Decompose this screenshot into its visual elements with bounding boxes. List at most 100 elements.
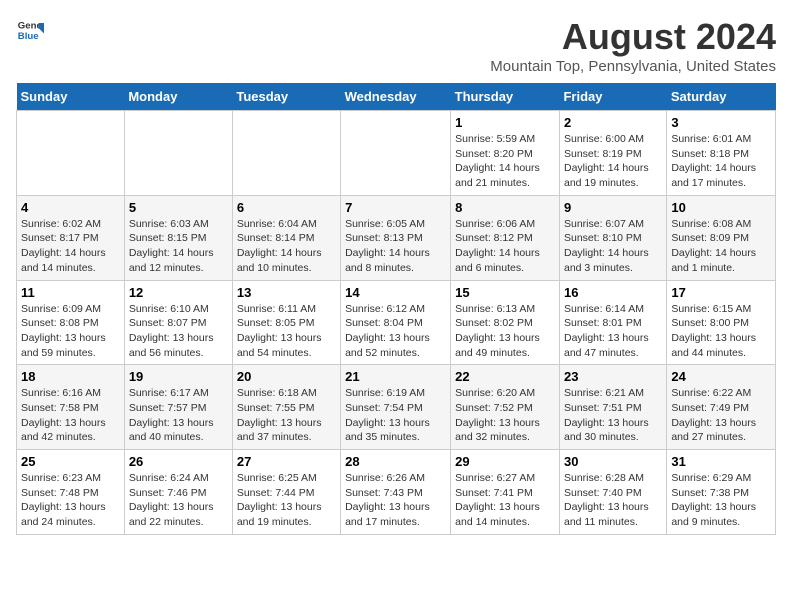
day-number: 27 <box>237 454 336 469</box>
day-number: 15 <box>455 285 555 300</box>
logo-icon: General Blue <box>16 16 44 44</box>
weekday-header-row: SundayMondayTuesdayWednesdayThursdayFrid… <box>17 83 776 111</box>
calendar-week-1: 1 Sunrise: 5:59 AM Sunset: 8:20 PM Daylig… <box>17 111 776 196</box>
day-detail: Sunrise: 5:59 AM Sunset: 8:20 PM Dayligh… <box>455 132 555 191</box>
day-number: 19 <box>129 369 228 384</box>
calendar-cell: 8 Sunrise: 6:06 AM Sunset: 8:12 PM Daylig… <box>451 195 560 280</box>
calendar-cell: 16 Sunrise: 6:14 AM Sunset: 8:01 PM Dayli… <box>559 280 666 365</box>
day-number: 12 <box>129 285 228 300</box>
calendar-cell <box>17 111 125 196</box>
day-detail: Sunrise: 6:17 AM Sunset: 7:57 PM Dayligh… <box>129 386 228 445</box>
weekday-header-saturday: Saturday <box>667 83 776 111</box>
day-detail: Sunrise: 6:00 AM Sunset: 8:19 PM Dayligh… <box>564 132 662 191</box>
weekday-header-friday: Friday <box>559 83 666 111</box>
day-detail: Sunrise: 6:20 AM Sunset: 7:52 PM Dayligh… <box>455 386 555 445</box>
day-detail: Sunrise: 6:22 AM Sunset: 7:49 PM Dayligh… <box>671 386 771 445</box>
calendar-cell: 30 Sunrise: 6:28 AM Sunset: 7:40 PM Dayli… <box>559 450 666 535</box>
day-detail: Sunrise: 6:11 AM Sunset: 8:05 PM Dayligh… <box>237 302 336 361</box>
calendar-cell: 1 Sunrise: 5:59 AM Sunset: 8:20 PM Daylig… <box>451 111 560 196</box>
weekday-header-monday: Monday <box>124 83 232 111</box>
day-number: 3 <box>671 115 771 130</box>
day-detail: Sunrise: 6:28 AM Sunset: 7:40 PM Dayligh… <box>564 471 662 530</box>
day-number: 29 <box>455 454 555 469</box>
weekday-header-tuesday: Tuesday <box>232 83 340 111</box>
calendar-cell: 11 Sunrise: 6:09 AM Sunset: 8:08 PM Dayli… <box>17 280 125 365</box>
day-number: 16 <box>564 285 662 300</box>
day-detail: Sunrise: 6:05 AM Sunset: 8:13 PM Dayligh… <box>345 217 446 276</box>
day-number: 9 <box>564 200 662 215</box>
calendar-cell: 9 Sunrise: 6:07 AM Sunset: 8:10 PM Daylig… <box>559 195 666 280</box>
calendar-cell <box>124 111 232 196</box>
day-number: 22 <box>455 369 555 384</box>
calendar-cell: 21 Sunrise: 6:19 AM Sunset: 7:54 PM Dayli… <box>341 365 451 450</box>
calendar-cell: 5Sunrise: 6:03 AM Sunset: 8:15 PM Daylig… <box>124 195 232 280</box>
day-number: 30 <box>564 454 662 469</box>
day-detail: Sunrise: 6:29 AM Sunset: 7:38 PM Dayligh… <box>671 471 771 530</box>
calendar-cell: 6Sunrise: 6:04 AM Sunset: 8:14 PM Daylig… <box>232 195 340 280</box>
weekday-header-thursday: Thursday <box>451 83 560 111</box>
calendar-cell: 28Sunrise: 6:26 AM Sunset: 7:43 PM Dayli… <box>341 450 451 535</box>
calendar-cell: 31 Sunrise: 6:29 AM Sunset: 7:38 PM Dayli… <box>667 450 776 535</box>
calendar-cell: 25 Sunrise: 6:23 AM Sunset: 7:48 PM Dayli… <box>17 450 125 535</box>
day-detail: Sunrise: 6:16 AM Sunset: 7:58 PM Dayligh… <box>21 386 120 445</box>
day-number: 26 <box>129 454 228 469</box>
day-detail: Sunrise: 6:23 AM Sunset: 7:48 PM Dayligh… <box>21 471 120 530</box>
day-number: 1 <box>455 115 555 130</box>
logo: General Blue <box>16 16 44 44</box>
calendar-week-2: 4Sunrise: 6:02 AM Sunset: 8:17 PM Daylig… <box>17 195 776 280</box>
calendar-cell: 10 Sunrise: 6:08 AM Sunset: 8:09 PM Dayli… <box>667 195 776 280</box>
calendar-body: 1 Sunrise: 5:59 AM Sunset: 8:20 PM Daylig… <box>17 111 776 535</box>
day-number: 20 <box>237 369 336 384</box>
day-number: 10 <box>671 200 771 215</box>
day-number: 31 <box>671 454 771 469</box>
day-number: 21 <box>345 369 446 384</box>
calendar-table: SundayMondayTuesdayWednesdayThursdayFrid… <box>16 83 776 535</box>
day-detail: Sunrise: 6:18 AM Sunset: 7:55 PM Dayligh… <box>237 386 336 445</box>
day-number: 25 <box>21 454 120 469</box>
calendar-cell: 19 Sunrise: 6:17 AM Sunset: 7:57 PM Dayli… <box>124 365 232 450</box>
calendar-cell: 14Sunrise: 6:12 AM Sunset: 8:04 PM Dayli… <box>341 280 451 365</box>
calendar-cell: 3 Sunrise: 6:01 AM Sunset: 8:18 PM Daylig… <box>667 111 776 196</box>
calendar-cell: 7Sunrise: 6:05 AM Sunset: 8:13 PM Daylig… <box>341 195 451 280</box>
day-detail: Sunrise: 6:21 AM Sunset: 7:51 PM Dayligh… <box>564 386 662 445</box>
day-detail: Sunrise: 6:01 AM Sunset: 8:18 PM Dayligh… <box>671 132 771 191</box>
title-area: August 2024 Mountain Top, Pennsylvania, … <box>490 16 776 75</box>
day-number: 14 <box>345 285 446 300</box>
day-detail: Sunrise: 6:06 AM Sunset: 8:12 PM Dayligh… <box>455 217 555 276</box>
day-detail: Sunrise: 6:13 AM Sunset: 8:02 PM Dayligh… <box>455 302 555 361</box>
calendar-cell: 29Sunrise: 6:27 AM Sunset: 7:41 PM Dayli… <box>451 450 560 535</box>
calendar-cell: 27Sunrise: 6:25 AM Sunset: 7:44 PM Dayli… <box>232 450 340 535</box>
day-number: 8 <box>455 200 555 215</box>
calendar-cell: 17Sunrise: 6:15 AM Sunset: 8:00 PM Dayli… <box>667 280 776 365</box>
day-number: 11 <box>21 285 120 300</box>
day-detail: Sunrise: 6:19 AM Sunset: 7:54 PM Dayligh… <box>345 386 446 445</box>
day-number: 23 <box>564 369 662 384</box>
day-detail: Sunrise: 6:09 AM Sunset: 8:08 PM Dayligh… <box>21 302 120 361</box>
calendar-subtitle: Mountain Top, Pennsylvania, United State… <box>490 58 776 75</box>
calendar-cell <box>232 111 340 196</box>
calendar-title: August 2024 <box>490 16 776 58</box>
page-header: General Blue August 2024 Mountain Top, P… <box>16 16 776 75</box>
calendar-cell: 23 Sunrise: 6:21 AM Sunset: 7:51 PM Dayli… <box>559 365 666 450</box>
weekday-header-sunday: Sunday <box>17 83 125 111</box>
day-detail: Sunrise: 6:07 AM Sunset: 8:10 PM Dayligh… <box>564 217 662 276</box>
calendar-cell: 20 Sunrise: 6:18 AM Sunset: 7:55 PM Dayli… <box>232 365 340 450</box>
day-number: 28 <box>345 454 446 469</box>
calendar-cell: 22 Sunrise: 6:20 AM Sunset: 7:52 PM Dayli… <box>451 365 560 450</box>
day-detail: Sunrise: 6:08 AM Sunset: 8:09 PM Dayligh… <box>671 217 771 276</box>
day-number: 24 <box>671 369 771 384</box>
calendar-cell: 4Sunrise: 6:02 AM Sunset: 8:17 PM Daylig… <box>17 195 125 280</box>
calendar-cell: 2 Sunrise: 6:00 AM Sunset: 8:19 PM Daylig… <box>559 111 666 196</box>
day-number: 18 <box>21 369 120 384</box>
day-detail: Sunrise: 6:03 AM Sunset: 8:15 PM Dayligh… <box>129 217 228 276</box>
calendar-cell: 24 Sunrise: 6:22 AM Sunset: 7:49 PM Dayli… <box>667 365 776 450</box>
day-detail: Sunrise: 6:15 AM Sunset: 8:00 PM Dayligh… <box>671 302 771 361</box>
day-detail: Sunrise: 6:10 AM Sunset: 8:07 PM Dayligh… <box>129 302 228 361</box>
calendar-week-3: 11 Sunrise: 6:09 AM Sunset: 8:08 PM Dayli… <box>17 280 776 365</box>
day-detail: Sunrise: 6:14 AM Sunset: 8:01 PM Dayligh… <box>564 302 662 361</box>
day-number: 6 <box>237 200 336 215</box>
calendar-cell: 13Sunrise: 6:11 AM Sunset: 8:05 PM Dayli… <box>232 280 340 365</box>
day-number: 2 <box>564 115 662 130</box>
calendar-cell: 15 Sunrise: 6:13 AM Sunset: 8:02 PM Dayli… <box>451 280 560 365</box>
calendar-week-4: 18 Sunrise: 6:16 AM Sunset: 7:58 PM Dayli… <box>17 365 776 450</box>
